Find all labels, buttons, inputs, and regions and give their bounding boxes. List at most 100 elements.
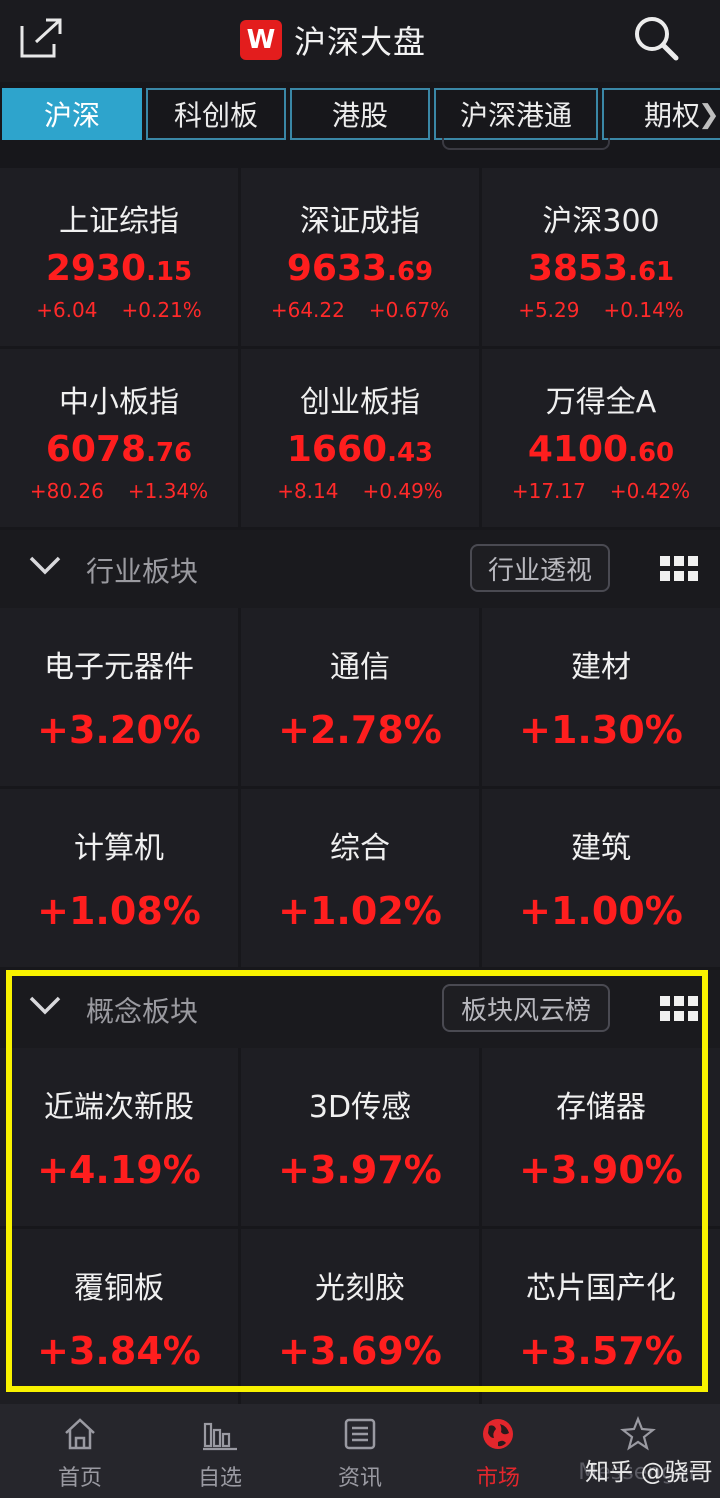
- index-card-wind-all-a[interactable]: 万得全A 4100.60 +17.17 +0.42%: [482, 349, 720, 527]
- index-value: 6078.76: [45, 429, 193, 470]
- industry-card[interactable]: 计算机 +1.08%: [0, 789, 238, 967]
- sector-change: +2.78%: [278, 708, 442, 752]
- concept-name: 芯片国产化: [526, 1271, 676, 1306]
- grid-view-icon[interactable]: [660, 556, 698, 582]
- sector-ranking-button[interactable]: 板块风云榜: [442, 984, 610, 1032]
- sector-name: 建材: [571, 650, 631, 685]
- index-name: 上证综指: [59, 204, 179, 239]
- concept-change: +3.97%: [278, 1148, 442, 1192]
- industry-section-header: 行业板块 行业透视: [0, 530, 720, 608]
- index-card-csi300[interactable]: 沪深300 3853.61 +5.29 +0.14%: [482, 168, 720, 346]
- index-change: +5.29 +0.14%: [518, 298, 684, 322]
- index-card-chinext[interactable]: 创业板指 1660.43 +8.14 +0.49%: [241, 349, 479, 527]
- concept-name: 光刻胶: [315, 1271, 405, 1306]
- nav-watchlist[interactable]: 自选: [148, 1404, 292, 1498]
- nav-label: 市场: [475, 1466, 520, 1491]
- index-change: +8.14 +0.49%: [277, 479, 443, 503]
- concept-card[interactable]: 存储器 +3.90%: [482, 1048, 720, 1226]
- sector-change: +1.30%: [519, 708, 683, 752]
- concept-change: +4.19%: [37, 1148, 201, 1192]
- index-value: 2930.15: [45, 248, 193, 289]
- concept-change: +3.84%: [37, 1329, 201, 1373]
- concept-card[interactable]: 近端次新股 +4.19%: [0, 1048, 238, 1226]
- industry-insight-button[interactable]: 行业透视: [470, 544, 610, 592]
- page-title-group: W 沪深大盘: [240, 18, 426, 62]
- nav-label: 资讯: [337, 1466, 382, 1491]
- concept-section-title: 概念板块: [86, 995, 199, 1028]
- index-change: +64.22 +0.67%: [270, 298, 450, 322]
- sector-name: 综合: [330, 831, 390, 866]
- tab-connect[interactable]: 沪深港通: [434, 88, 598, 140]
- news-icon: [344, 1418, 376, 1450]
- tab-indicator: [442, 138, 610, 150]
- index-name: 深证成指: [300, 204, 420, 239]
- chevron-down-icon[interactable]: [28, 994, 62, 1018]
- index-value: 1660.43: [286, 429, 434, 470]
- tab-hk-stocks[interactable]: 港股: [290, 88, 430, 140]
- concept-change: +3.69%: [278, 1329, 442, 1373]
- page-title: 沪深大盘: [294, 23, 427, 61]
- index-name: 万得全A: [545, 385, 657, 420]
- nav-market[interactable]: 市场: [426, 1404, 570, 1498]
- index-grid: 上证综指 2930.15 +6.04 +0.21% 深证成指 9633.69 +6…: [0, 168, 720, 528]
- concept-change: +3.57%: [519, 1329, 683, 1373]
- industry-grid: 电子元器件 +3.20% 通信 +2.78% 建材 +1.30% 计算机 +1.…: [0, 608, 720, 968]
- index-card-szse[interactable]: 深证成指 9633.69 +64.22 +0.67%: [241, 168, 479, 346]
- index-change: +80.26 +1.34%: [29, 479, 209, 503]
- market-overview-screen: W 沪深大盘 沪深 科创板 港股 沪深港通 期权 ❯ 上证综指 2930.15 …: [0, 0, 720, 1498]
- concept-name: 存储器: [556, 1090, 646, 1125]
- index-change: +6.04 +0.21%: [36, 298, 202, 322]
- grid-view-icon[interactable]: [660, 996, 698, 1022]
- index-name: 创业板指: [300, 385, 420, 420]
- industry-section-title: 行业板块: [86, 555, 199, 588]
- share-icon[interactable]: [18, 16, 66, 60]
- industry-card[interactable]: 电子元器件 +3.20%: [0, 608, 238, 786]
- industry-card[interactable]: 建筑 +1.00%: [482, 789, 720, 967]
- index-value: 4100.60: [527, 429, 675, 470]
- concept-grid: 近端次新股 +4.19% 3D传感 +3.97% 存储器 +3.90% 覆铜板 …: [0, 1048, 720, 1408]
- home-icon: [65, 1418, 95, 1450]
- tabs-scroll-right-icon[interactable]: ❯: [698, 100, 720, 130]
- index-name: 中小板指: [59, 385, 179, 420]
- wind-logo: W: [240, 20, 282, 60]
- concept-card[interactable]: 覆铜板 +3.84%: [0, 1229, 238, 1407]
- chevron-down-icon[interactable]: [28, 554, 62, 578]
- nav-label: 首页: [57, 1466, 102, 1491]
- concept-section-header: 概念板块 板块风云榜: [0, 970, 720, 1048]
- index-card-sse[interactable]: 上证综指 2930.15 +6.04 +0.21%: [0, 168, 238, 346]
- globe-icon: [483, 1419, 513, 1449]
- industry-card[interactable]: 综合 +1.02%: [241, 789, 479, 967]
- sector-name: 电子元器件: [44, 650, 194, 685]
- tab-hushen[interactable]: 沪深: [2, 88, 142, 140]
- sector-change: +1.08%: [37, 889, 201, 933]
- bar-chart-icon: [203, 1422, 237, 1451]
- concept-name: 近端次新股: [44, 1090, 194, 1125]
- sector-name: 建筑: [571, 831, 631, 866]
- index-change: +17.17 +0.42%: [511, 479, 691, 503]
- tab-star-market[interactable]: 科创板: [146, 88, 286, 140]
- sector-change: +3.20%: [37, 708, 201, 752]
- concept-card[interactable]: 光刻胶 +3.69%: [241, 1229, 479, 1407]
- sector-change: +1.02%: [278, 889, 442, 933]
- concept-name: 覆铜板: [74, 1271, 164, 1306]
- concept-card[interactable]: 3D传感 +3.97%: [241, 1048, 479, 1226]
- concept-name: 3D传感: [308, 1090, 412, 1125]
- index-name: 沪深300: [542, 204, 660, 239]
- sector-change: +1.00%: [519, 889, 683, 933]
- sector-name: 计算机: [74, 831, 164, 866]
- industry-card[interactable]: 通信 +2.78%: [241, 608, 479, 786]
- concept-card[interactable]: 芯片国产化 +3.57%: [482, 1229, 720, 1407]
- messenger-icon: [620, 1416, 656, 1451]
- top-bar: W 沪深大盘: [0, 0, 720, 82]
- nav-label: 自选: [197, 1466, 242, 1491]
- market-tabs: 沪深 科创板 港股 沪深港通 期权 ❯: [0, 88, 720, 140]
- sector-name: 通信: [330, 650, 390, 685]
- nav-news[interactable]: 资讯: [288, 1404, 432, 1498]
- index-card-sme[interactable]: 中小板指 6078.76 +80.26 +1.34%: [0, 349, 238, 527]
- watermark-text: 知乎 @骁哥: [585, 1458, 713, 1486]
- industry-card[interactable]: 建材 +1.30%: [482, 608, 720, 786]
- search-icon[interactable]: [630, 12, 682, 64]
- index-value: 9633.69: [286, 248, 434, 289]
- index-value: 3853.61: [527, 248, 675, 289]
- nav-home[interactable]: 首页: [8, 1404, 152, 1498]
